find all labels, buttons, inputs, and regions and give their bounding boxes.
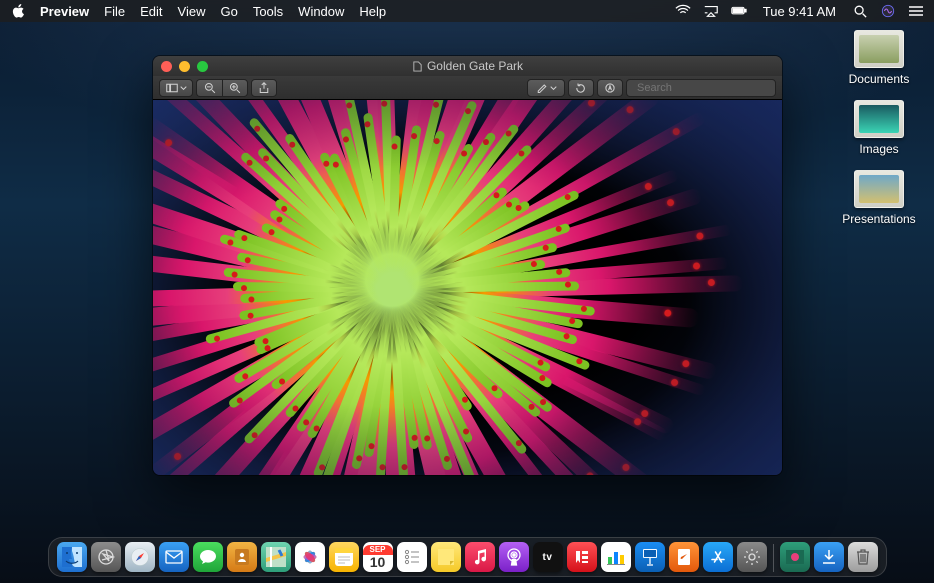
menu-clock[interactable]: Tue 9:41 AM — [763, 4, 836, 19]
app-menu[interactable]: Preview — [40, 4, 89, 19]
zoom-out-button[interactable] — [196, 79, 222, 97]
view-mode-button[interactable] — [159, 79, 193, 97]
menu-bar: Preview File Edit View Go Tools Window H… — [0, 0, 934, 22]
dock-maps[interactable] — [261, 542, 291, 572]
dock-finder[interactable] — [57, 542, 87, 572]
rotate-button[interactable] — [568, 79, 594, 97]
dock-tv[interactable]: tv — [533, 542, 563, 572]
dock-pages[interactable] — [669, 542, 699, 572]
desktop-folder-images[interactable]: Images — [834, 100, 924, 156]
window-title: Golden Gate Park — [427, 59, 523, 73]
highlight-button[interactable] — [527, 79, 565, 97]
dock: SEP10 tv — [48, 537, 887, 577]
dock-numbers[interactable] — [601, 542, 631, 572]
notification-center-icon[interactable] — [908, 4, 924, 18]
dock-notes[interactable] — [329, 542, 359, 572]
dock-contacts[interactable] — [227, 542, 257, 572]
dock-downloads[interactable] — [814, 542, 844, 572]
wifi-icon[interactable] — [675, 4, 691, 18]
menu-go[interactable]: Go — [220, 4, 237, 19]
folder-label: Documents — [849, 72, 910, 86]
search-field[interactable] — [626, 79, 776, 97]
markup-button[interactable] — [597, 79, 623, 97]
toolbar — [153, 76, 782, 100]
airplay-icon[interactable] — [703, 4, 719, 18]
spotlight-icon[interactable] — [852, 4, 868, 18]
siri-icon[interactable] — [880, 4, 896, 18]
dock-reminders[interactable] — [397, 542, 427, 572]
menu-window[interactable]: Window — [298, 4, 344, 19]
dock-system-preferences[interactable] — [737, 542, 767, 572]
dock-separator — [773, 544, 774, 572]
dock-news[interactable] — [567, 542, 597, 572]
dock-mail[interactable] — [159, 542, 189, 572]
preview-window[interactable]: Golden Gate Park — [153, 56, 782, 475]
menu-view[interactable]: View — [178, 4, 206, 19]
dock-messages[interactable] — [193, 542, 223, 572]
menu-tools[interactable]: Tools — [253, 4, 283, 19]
dock-launchpad[interactable] — [91, 542, 121, 572]
search-input[interactable] — [637, 82, 779, 94]
dock-photos[interactable] — [295, 542, 325, 572]
dock-trash[interactable] — [848, 542, 878, 572]
dock-appstore[interactable] — [703, 542, 733, 572]
menu-file[interactable]: File — [104, 4, 125, 19]
desktop-folder-presentations[interactable]: Presentations — [834, 170, 924, 226]
dock-calendar[interactable]: SEP10 — [363, 542, 393, 572]
dock-music[interactable] — [465, 542, 495, 572]
fullscreen-button[interactable] — [197, 61, 208, 72]
zoom-in-button[interactable] — [222, 79, 248, 97]
minimize-button[interactable] — [179, 61, 190, 72]
folder-label: Images — [859, 142, 898, 156]
dock-recent-image[interactable] — [780, 542, 810, 572]
folder-icon — [854, 100, 904, 138]
dock-keynote[interactable] — [635, 542, 665, 572]
image-viewport[interactable] — [153, 100, 782, 475]
close-button[interactable] — [161, 61, 172, 72]
folder-icon — [854, 30, 904, 68]
folder-label: Presentations — [842, 212, 915, 226]
folder-icon — [854, 170, 904, 208]
dock-safari[interactable] — [125, 542, 155, 572]
dock-stickies[interactable] — [431, 542, 461, 572]
document-icon — [412, 61, 423, 72]
dock-podcasts[interactable] — [499, 542, 529, 572]
menu-help[interactable]: Help — [359, 4, 386, 19]
battery-icon[interactable] — [731, 4, 747, 18]
window-titlebar[interactable]: Golden Gate Park — [153, 56, 782, 76]
menu-edit[interactable]: Edit — [140, 4, 162, 19]
desktop-folder-documents[interactable]: Documents — [834, 30, 924, 86]
apple-logo-icon[interactable] — [12, 4, 26, 18]
share-button[interactable] — [251, 79, 277, 97]
